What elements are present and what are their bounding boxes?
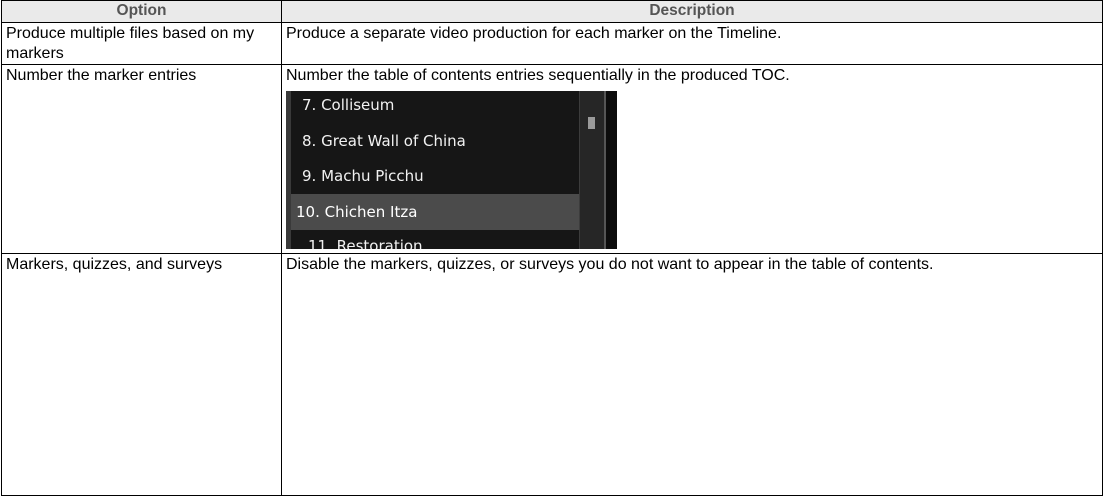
toc-item-colliseum: 7. Colliseum <box>302 96 395 114</box>
toc-item-restoration: 11. Restoration <box>308 237 423 249</box>
toc-item-great-wall: 8. Great Wall of China <box>302 132 466 150</box>
option-cell: Produce multiple files based on my marke… <box>1 22 282 65</box>
toc-right-border <box>604 91 617 249</box>
toc-scrollbar-thumb <box>588 117 595 129</box>
table-row: Markers, quizzes, and surveys Disable th… <box>1 253 1103 496</box>
table-row: Number the marker entries Number the tab… <box>1 64 1103 254</box>
toc-preview-image: 7. Colliseum 8. Great Wall of China 9. M… <box>286 91 617 249</box>
toc-item-chichen-itza-selected: 10. Chichen Itza <box>291 194 579 230</box>
header-row: Option Description <box>1 0 1103 23</box>
option-cell: Markers, quizzes, and surveys <box>1 253 282 496</box>
options-table: Option Description Produce multiple file… <box>1 0 1103 496</box>
description-cell: Disable the markers, quizzes, or surveys… <box>281 253 1103 496</box>
table-row: Produce multiple files based on my marke… <box>1 22 1103 65</box>
description-column-header: Description <box>281 0 1103 23</box>
option-column-header: Option <box>1 0 282 23</box>
description-cell: Number the table of contents entries seq… <box>281 64 1103 254</box>
description-text: Number the table of contents entries seq… <box>286 67 790 84</box>
option-cell: Number the marker entries <box>1 64 282 254</box>
toc-scrollbar <box>579 91 604 249</box>
toc-item-machu-picchu: 9. Machu Picchu <box>302 167 424 185</box>
description-cell: Produce a separate video production for … <box>281 22 1103 65</box>
